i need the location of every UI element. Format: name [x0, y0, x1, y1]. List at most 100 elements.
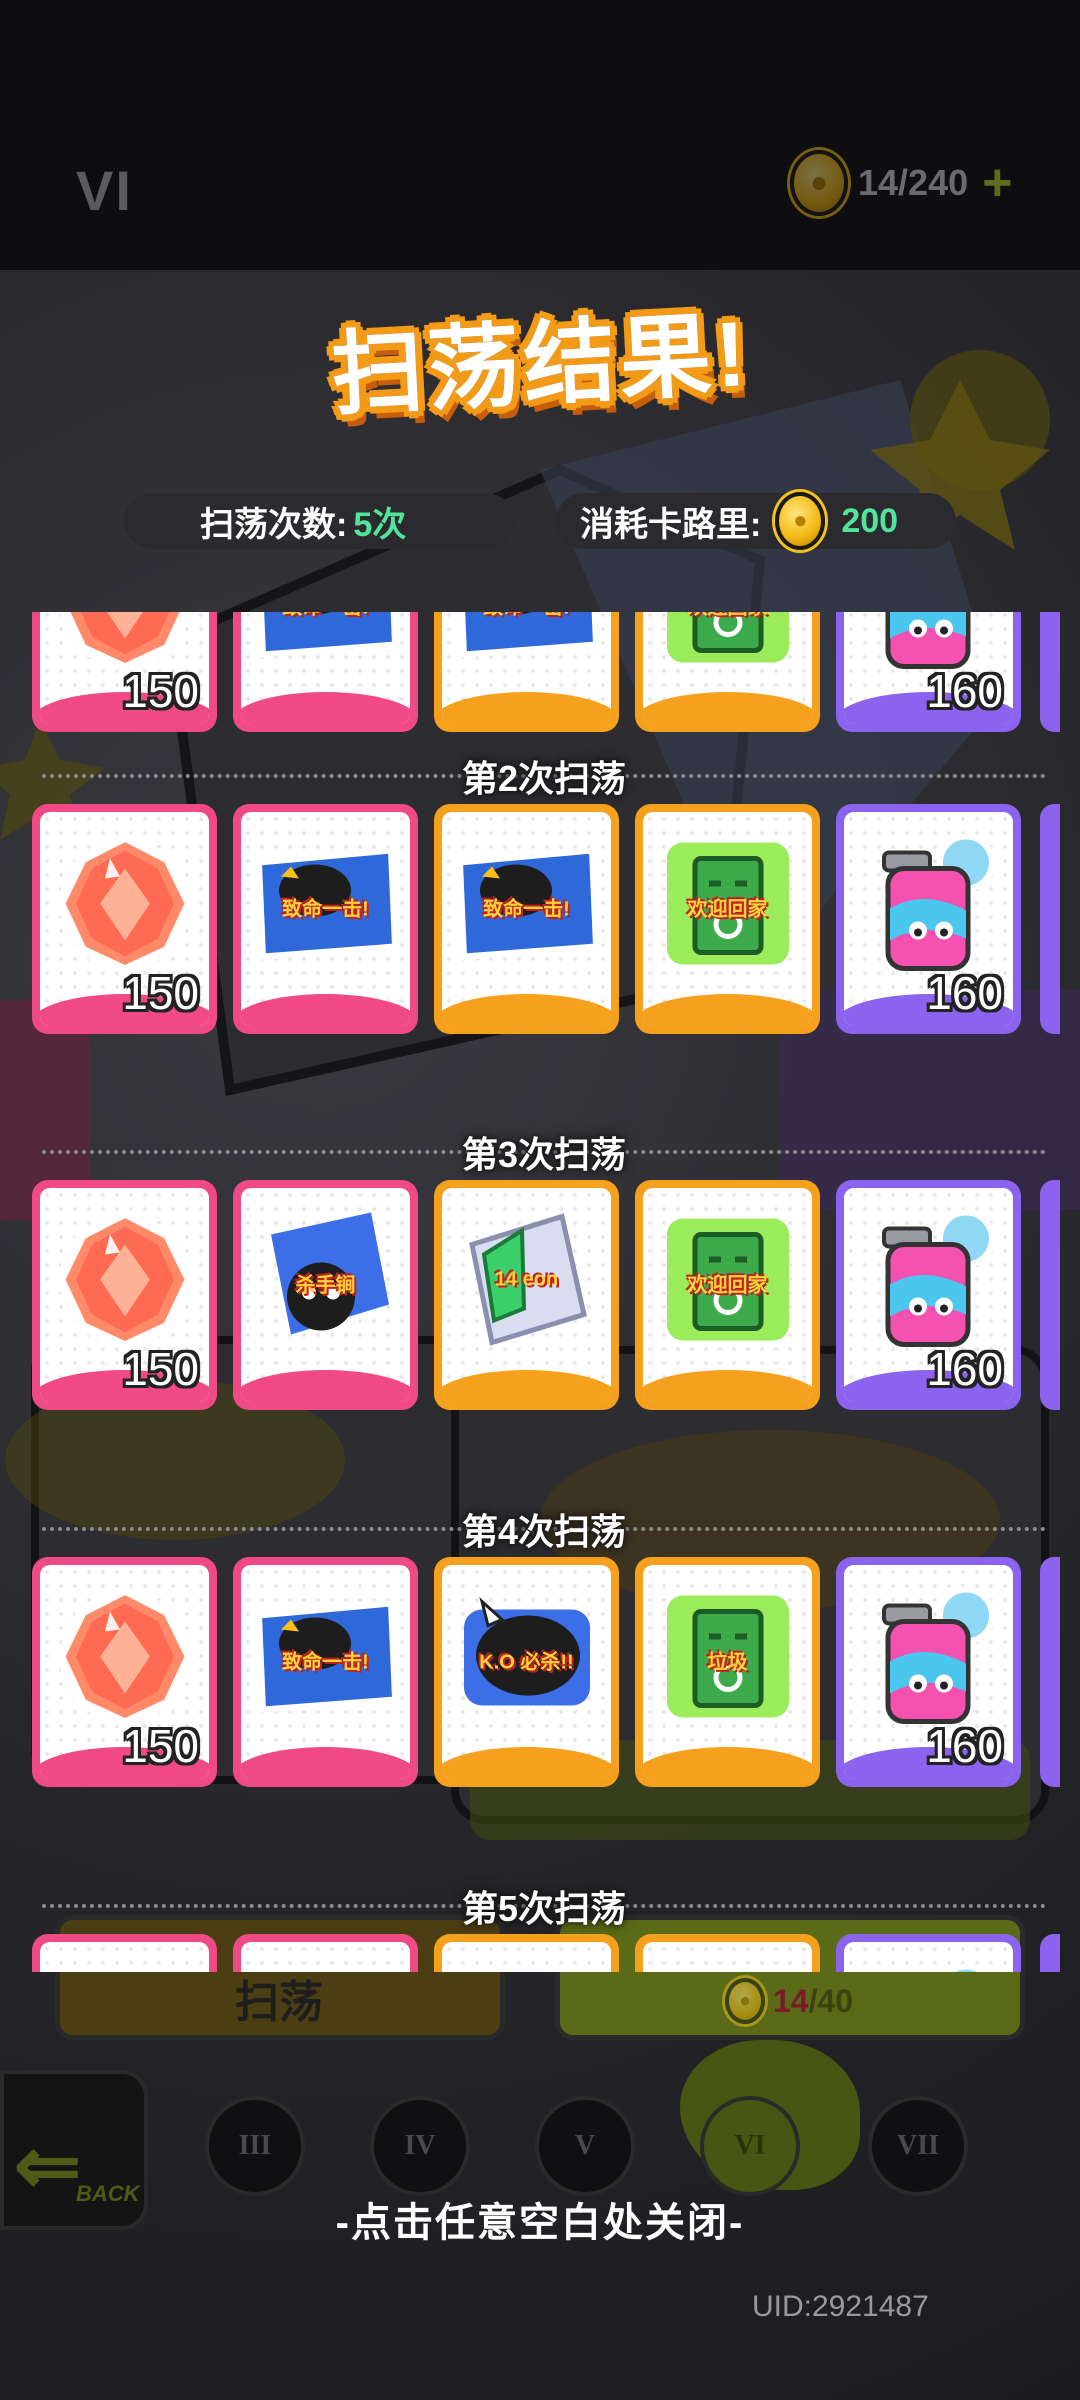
reward-item-gem[interactable]: 150: [32, 612, 217, 732]
reward-item-sticker-box[interactable]: 欢迎回家: [635, 1934, 820, 1972]
sticker-caption: 致命一击!: [251, 612, 401, 620]
reward-item-sticker-box[interactable]: 欢迎回家: [635, 804, 820, 1034]
sticker-caption: 欢迎回家: [687, 898, 768, 921]
item-quantity: 160: [926, 1343, 1003, 1395]
next-reward-item-edge[interactable]: [1040, 1557, 1060, 1787]
sticker-caption: 致命一击!: [282, 1651, 369, 1674]
round-items: 150 杀手锏 14 eon 欢迎回家 160: [28, 1180, 1060, 1412]
next-reward-item-edge[interactable]: [1040, 804, 1060, 1034]
sweep-result-title-text: 扫荡结果!: [328, 303, 753, 427]
sticker-caption: K.O 必杀!!: [479, 1651, 574, 1674]
reward-item-sticker-killer[interactable]: 杀手锏: [233, 1180, 418, 1410]
reward-item-sticker-hit[interactable]: 致命一击!: [233, 1557, 418, 1787]
round-header: 第3次扫荡: [28, 1120, 1060, 1180]
reward-item-sticker-hit[interactable]: 致命一击!: [434, 612, 619, 732]
round-label: 第3次扫荡: [461, 1134, 627, 1175]
item-quantity: 160: [926, 665, 1003, 717]
sticker-box-icon: 欢迎回家: [653, 1959, 803, 1972]
reward-item-sticker-hit[interactable]: 致命一击!: [233, 804, 418, 1034]
reward-item-gem[interactable]: 150: [32, 804, 217, 1034]
next-reward-item-edge[interactable]: [1040, 612, 1060, 732]
sweep-round-1: 150 致命一击! 致命一击! 欢迎回家 160: [28, 612, 1060, 734]
level-tab-7[interactable]: VII: [868, 2096, 968, 2196]
calorie-cost-value: 200: [841, 501, 899, 540]
sticker-caption: 杀手锏: [295, 1274, 356, 1297]
item-quantity: 160: [926, 1720, 1003, 1772]
sticker-hit-icon: 致命一击!: [251, 1582, 401, 1737]
gem-icon: [50, 1959, 200, 1972]
sweep-count-label: 扫荡次数:: [200, 505, 348, 544]
sticker-caption: 致命一击!: [282, 898, 369, 921]
round-items: 150 致命一击! K.O 必杀!! 垃圾 160: [28, 1557, 1060, 1789]
reward-item-spray-can[interactable]: [836, 1934, 1021, 1972]
item-quantity: 150: [122, 1720, 199, 1772]
reward-item-sticker-hit[interactable]: 致命一击!: [233, 1934, 418, 1972]
round-items: 150 致命一击! 致命一击! 欢迎回家 160: [28, 804, 1060, 1036]
reward-item-gem[interactable]: [32, 1934, 217, 1972]
sweep-round-4: 第4次扫荡 150 致命一击! K.O 必杀!! 垃圾 160: [28, 1497, 1060, 1789]
sweep-result-title: 扫荡结果!: [0, 290, 1080, 427]
sticker-killer-icon: 杀手锏: [251, 1205, 401, 1360]
reward-item-spray-can[interactable]: 160: [836, 804, 1021, 1034]
reward-item-sticker-trash[interactable]: 垃圾: [635, 1557, 820, 1787]
sticker-ko-icon: K.O 必杀!!: [452, 1582, 602, 1737]
sweep-round-2: 第2次扫荡 150 致命一击! 致命一击! 欢迎回家 160: [28, 744, 1060, 1036]
calorie-coin-icon: ●: [775, 492, 826, 550]
level-tab-6[interactable]: VI: [700, 2096, 800, 2196]
sweep-results-list[interactable]: 150 致命一击! 致命一击! 欢迎回家 160 第2次扫荡 150 致命一击! 致命一击! 欢迎…: [28, 612, 1060, 1972]
close-hint: -点击任意空白处关闭-: [335, 2201, 745, 2245]
reward-item-sticker-hit[interactable]: 致命一击!: [233, 612, 418, 732]
reward-item-gem[interactable]: 150: [32, 1557, 217, 1787]
reward-item-spray-can[interactable]: 160: [836, 612, 1021, 732]
reward-item-spray-can[interactable]: 160: [836, 1557, 1021, 1787]
sticker-caption: 欢迎回家: [687, 1274, 768, 1297]
round-items: 150 致命一击! 致命一击! 欢迎回家 160: [28, 612, 1060, 734]
next-reward-item-edge[interactable]: [1040, 1934, 1060, 1972]
sweep-button-label: 扫荡: [235, 1978, 323, 2027]
gem-icon: [50, 1205, 200, 1360]
round-label: 第4次扫荡: [461, 1511, 627, 1552]
reward-item-gem[interactable]: 150: [32, 1180, 217, 1410]
sticker-hit-icon: 致命一击!: [452, 829, 602, 984]
calorie-cost-pill: 消耗卡路里: ● 200: [556, 492, 956, 550]
level-tab-5[interactable]: V: [535, 2096, 635, 2196]
item-quantity: 150: [122, 665, 199, 717]
sweep-round-5: 第5次扫荡致命一击! 致命一击! 欢迎回家: [28, 1874, 1060, 1972]
round-items: 致命一击! 致命一击! 欢迎回家: [28, 1934, 1060, 1972]
reward-item-spray-can[interactable]: 160: [836, 1180, 1021, 1410]
sticker-hit-icon: 致命一击!: [452, 1959, 602, 1972]
round-label: 第5次扫荡: [461, 1888, 627, 1929]
sticker-green-card-icon: 14 eon: [452, 1205, 602, 1360]
spray-can-icon: [854, 829, 1004, 984]
sticker-box-icon: 欢迎回家: [653, 1205, 803, 1360]
reward-item-sticker-ko[interactable]: K.O 必杀!!: [434, 1557, 619, 1787]
calorie-cost-label: 消耗卡路里:: [580, 505, 762, 544]
spray-can-icon: [854, 1582, 1004, 1737]
round-label: 第2次扫荡: [461, 758, 627, 799]
sticker-caption: 致命一击!: [483, 898, 570, 921]
level-tab-3[interactable]: III: [205, 2096, 305, 2196]
round-header: 第2次扫荡: [28, 744, 1060, 804]
sticker-box-icon: 欢迎回家: [653, 829, 803, 984]
user-id: UID:2921487: [752, 2290, 929, 2323]
cost-coin-icon: ●: [725, 1978, 765, 2024]
next-reward-item-edge[interactable]: [1040, 1180, 1060, 1410]
sticker-hit-icon: 致命一击!: [251, 1959, 401, 1972]
item-quantity: 160: [926, 967, 1003, 1019]
reward-item-sticker-box[interactable]: 欢迎回家: [635, 612, 820, 732]
sticker-trash-icon: 垃圾: [653, 1582, 803, 1737]
sticker-hit-icon: 致命一击!: [452, 612, 602, 682]
reward-item-sticker-hit[interactable]: 致命一击!: [434, 1934, 619, 1972]
round-header: 第4次扫荡: [28, 1497, 1060, 1557]
gem-icon: [50, 1582, 200, 1737]
reward-item-sticker-box[interactable]: 欢迎回家: [635, 1180, 820, 1410]
sticker-hit-icon: 致命一击!: [251, 829, 401, 984]
reward-item-sticker-green-card[interactable]: 14 eon: [434, 1180, 619, 1410]
item-quantity: 150: [122, 967, 199, 1019]
reward-item-sticker-hit[interactable]: 致命一击!: [434, 804, 619, 1034]
sticker-caption: 欢迎回家: [653, 612, 803, 620]
sweep-round-3: 第3次扫荡 150 杀手锏 14 eon 欢迎回家 160: [28, 1120, 1060, 1412]
level-tab-4[interactable]: IV: [370, 2096, 470, 2196]
sweep-cost-used: 14: [773, 1982, 809, 2019]
sweep-count-value: 5次: [353, 505, 407, 544]
